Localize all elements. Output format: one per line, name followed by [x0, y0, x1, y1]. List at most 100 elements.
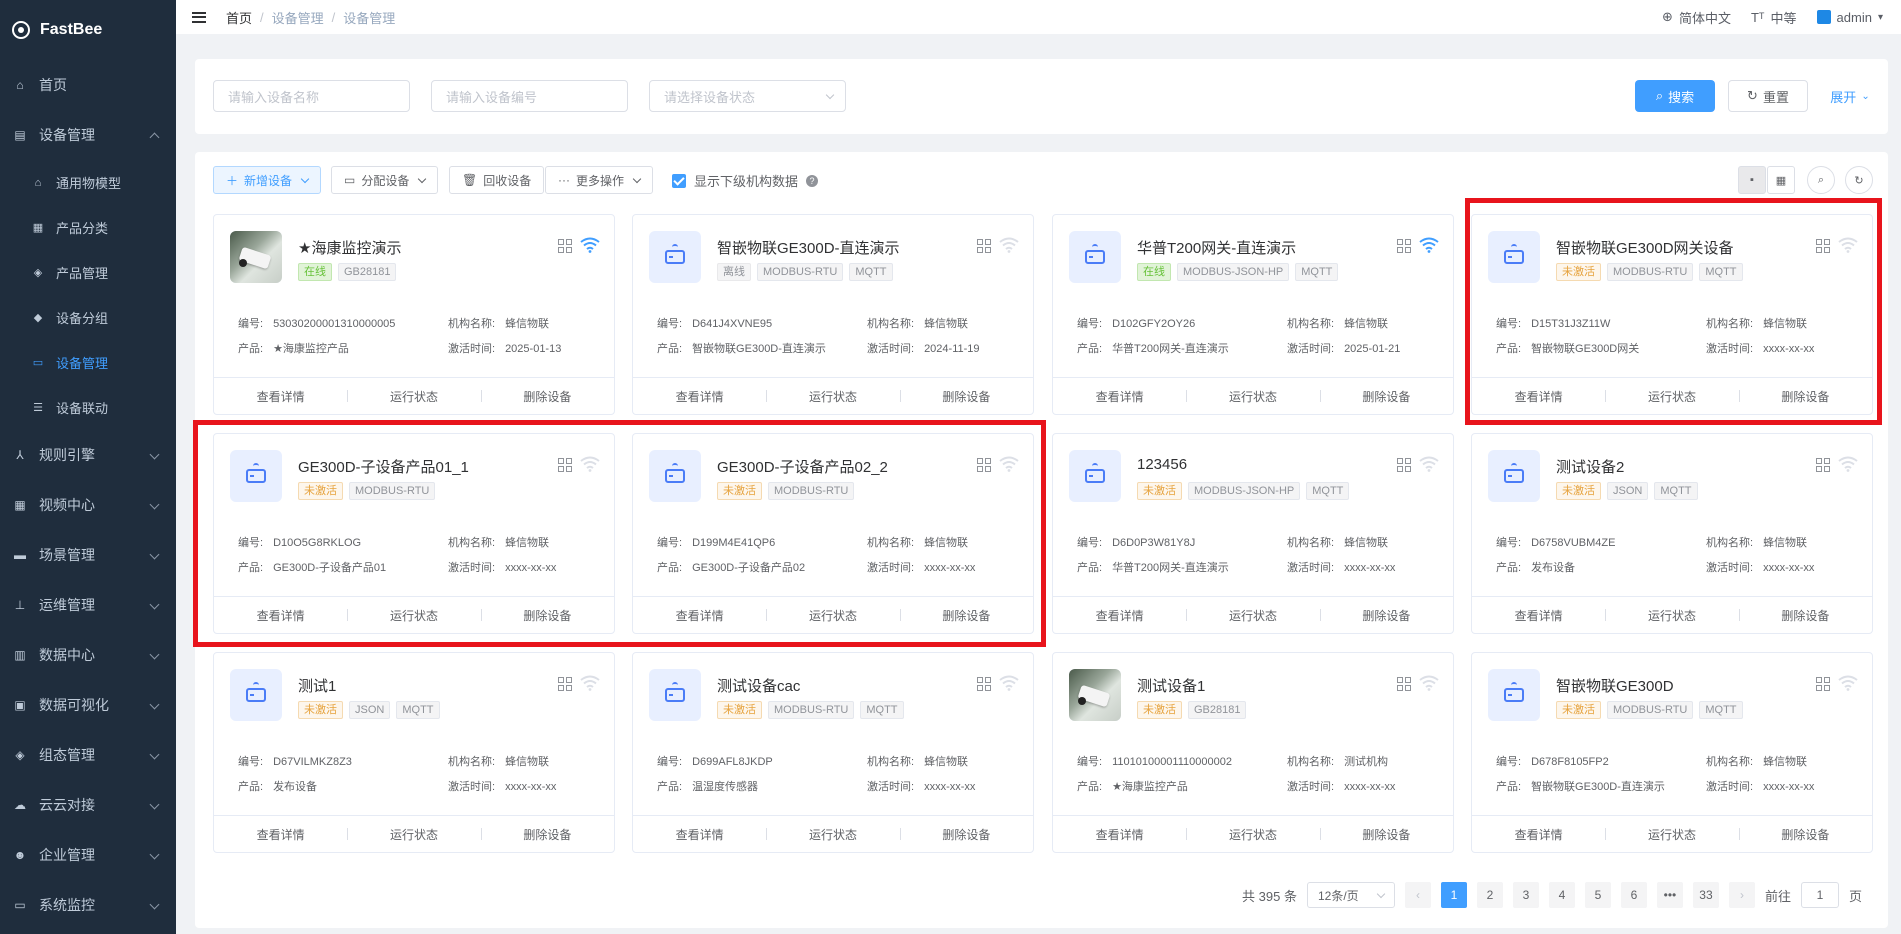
run-status-button[interactable]: 运行状态: [1186, 826, 1319, 843]
goto-page-input[interactable]: 1: [1800, 882, 1839, 908]
qrcode-icon[interactable]: [977, 458, 991, 472]
view-detail-button[interactable]: 查看详情: [633, 826, 766, 843]
device-card[interactable]: 华普T200网关-直连演示 在线 MODBUS-JSON-HP MQTT 编号: D102…: [1052, 214, 1454, 415]
run-status-button[interactable]: 运行状态: [1605, 388, 1738, 405]
more-actions-button[interactable]: ··· 更多操作: [545, 166, 654, 194]
sidebar-item-scene[interactable]: ▬ 场景管理: [0, 530, 176, 580]
device-name[interactable]: 测试设备cac: [717, 675, 800, 696]
sidebar-item-rule-engine[interactable]: ⅄ 规则引擎: [0, 430, 176, 480]
view-detail-button[interactable]: 查看详情: [1472, 826, 1605, 843]
view-detail-button[interactable]: 查看详情: [1472, 607, 1605, 624]
delete-device-button[interactable]: 删除设备: [1319, 826, 1453, 843]
run-status-button[interactable]: 运行状态: [766, 826, 899, 843]
device-name[interactable]: 测试设备1: [1137, 675, 1205, 696]
page-number-button[interactable]: 5: [1584, 882, 1611, 908]
sidebar-item-monitor[interactable]: ▭ 系统监控: [0, 880, 176, 930]
delete-device-button[interactable]: 删除设备: [480, 826, 614, 843]
more-pages-button[interactable]: •••: [1656, 882, 1683, 908]
device-name[interactable]: 测试1: [298, 675, 336, 696]
list-view-toggle[interactable]: ▦: [1767, 166, 1795, 194]
run-status-button[interactable]: 运行状态: [347, 607, 480, 624]
card-view-toggle[interactable]: ▪: [1738, 166, 1766, 194]
qrcode-icon[interactable]: [977, 677, 991, 691]
device-name[interactable]: 智嵌物联GE300D网关设备: [1556, 237, 1734, 258]
checkbox-checked-icon[interactable]: [672, 173, 686, 188]
refresh-button[interactable]: ↻: [1845, 166, 1873, 194]
sidebar-item-device-group[interactable]: ◆ 设备分组: [0, 295, 176, 340]
show-sub-org-checkbox[interactable]: 显示下级机构数据 ?: [672, 171, 819, 190]
breadcrumb-home[interactable]: 首页: [226, 8, 252, 27]
device-card[interactable]: 测试设备cac 未激活 MODBUS-RTU MQTT 编号: D699AFL8JKDP 机…: [632, 652, 1034, 853]
sidebar-item-device-linkage[interactable]: ☰ 设备联动: [0, 385, 176, 430]
delete-device-button[interactable]: 删除设备: [1738, 388, 1872, 405]
delete-device-button[interactable]: 删除设备: [899, 826, 1033, 843]
view-detail-button[interactable]: 查看详情: [214, 388, 347, 405]
delete-device-button[interactable]: 删除设备: [1738, 826, 1872, 843]
delete-device-button[interactable]: 删除设备: [1738, 607, 1872, 624]
device-name[interactable]: 华普T200网关-直连演示: [1137, 237, 1296, 258]
device-card[interactable]: ★海康监控演示 在线 GB28181 编号: 53030200001310000005 机…: [213, 214, 615, 415]
recycle-device-button[interactable]: 🗑 回收设备: [449, 166, 545, 194]
size-switch[interactable]: Tᵀ 中等: [1751, 8, 1797, 27]
device-card[interactable]: GE300D-子设备产品02_2 未激活 MODBUS-RTU 编号: D199M4E4…: [632, 433, 1034, 634]
run-status-button[interactable]: 运行状态: [347, 826, 480, 843]
assign-device-button[interactable]: ▭ 分配设备: [331, 166, 439, 194]
device-card[interactable]: 123456 未激活 MODBUS-JSON-HP MQTT 编号: D6D0P3W81Y…: [1052, 433, 1454, 634]
device-name[interactable]: ★海康监控演示: [298, 237, 401, 258]
sidebar-item-device-list[interactable]: ▭ 设备管理: [0, 340, 176, 385]
next-page-button[interactable]: ›: [1728, 882, 1755, 908]
hamburger-icon[interactable]: [192, 11, 206, 23]
language-switch[interactable]: ⊕ 简体中文: [1662, 8, 1731, 27]
run-status-button[interactable]: 运行状态: [766, 607, 899, 624]
page-number-button[interactable]: 4: [1548, 882, 1575, 908]
device-name[interactable]: GE300D-子设备产品02_2: [717, 456, 888, 477]
run-status-button[interactable]: 运行状态: [1186, 607, 1319, 624]
logo[interactable]: FastBee: [0, 0, 176, 60]
qrcode-icon[interactable]: [1397, 458, 1411, 472]
toggle-search-button[interactable]: ⌕: [1807, 166, 1835, 194]
view-detail-button[interactable]: 查看详情: [1472, 388, 1605, 405]
run-status-button[interactable]: 运行状态: [1605, 826, 1738, 843]
qrcode-icon[interactable]: [558, 239, 572, 253]
qrcode-icon[interactable]: [1816, 677, 1830, 691]
delete-device-button[interactable]: 删除设备: [1319, 388, 1453, 405]
qrcode-icon[interactable]: [1397, 239, 1411, 253]
page-number-button[interactable]: 33: [1692, 882, 1719, 908]
page-number-button[interactable]: 6: [1620, 882, 1647, 908]
device-name[interactable]: 智嵌物联GE300D-直连演示: [717, 237, 900, 258]
device-card[interactable]: 测试设备2 未激活 JSON MQTT 编号: D6758VUBM4ZE 机构名称: 蜂信物联…: [1471, 433, 1873, 634]
reset-button[interactable]: ↻ 重置: [1728, 80, 1808, 112]
device-card[interactable]: 测试1 未激活 JSON MQTT 编号: D67VILMKZ8Z3 机构名称: 蜂信物联 产品…: [213, 652, 615, 853]
breadcrumb-device-management[interactable]: 设备管理: [272, 8, 324, 27]
device-name[interactable]: 123456: [1137, 456, 1187, 473]
sidebar-item-thing-model[interactable]: ⌂ 通用物模型: [0, 160, 176, 205]
sidebar-item-video-center[interactable]: ▦ 视频中心: [0, 480, 176, 530]
device-status-select[interactable]: 请选择设备状态: [649, 80, 846, 112]
page-size-select[interactable]: 12条/页: [1306, 882, 1395, 908]
sidebar-item-configuration[interactable]: ◈ 组态管理: [0, 730, 176, 780]
device-card[interactable]: GE300D-子设备产品01_1 未激活 MODBUS-RTU 编号: D10O5G8R…: [213, 433, 615, 634]
view-detail-button[interactable]: 查看详情: [633, 388, 766, 405]
view-detail-button[interactable]: 查看详情: [214, 826, 347, 843]
run-status-button[interactable]: 运行状态: [347, 388, 480, 405]
qrcode-icon[interactable]: [558, 458, 572, 472]
sidebar-item-cloud[interactable]: ☁ 云云对接: [0, 780, 176, 830]
sidebar-item-ops[interactable]: ⊥ 运维管理: [0, 580, 176, 630]
page-number-button[interactable]: 2: [1476, 882, 1503, 908]
view-detail-button[interactable]: 查看详情: [214, 607, 347, 624]
search-button[interactable]: ⌕ 搜索: [1635, 80, 1715, 112]
sidebar-item-data-center[interactable]: ▥ 数据中心: [0, 630, 176, 680]
sidebar-item-device-management[interactable]: ▤ 设备管理: [0, 110, 176, 160]
device-card[interactable]: 智嵌物联GE300D网关设备 未激活 MODBUS-RTU MQTT 编号: D15T31…: [1471, 214, 1873, 415]
view-detail-button[interactable]: 查看详情: [633, 607, 766, 624]
help-icon[interactable]: ?: [806, 174, 819, 187]
device-card[interactable]: 测试设备1 未激活 GB28181 编号: 11010100001110000002 机构…: [1052, 652, 1454, 853]
page-number-button[interactable]: 1: [1440, 882, 1467, 908]
device-serial-input[interactable]: 请输入设备编号: [431, 80, 628, 112]
add-device-button[interactable]: ＋ 新增设备: [213, 166, 322, 194]
delete-device-button[interactable]: 删除设备: [899, 607, 1033, 624]
qrcode-icon[interactable]: [977, 239, 991, 253]
sidebar-item-product-category[interactable]: ▦ 产品分类: [0, 205, 176, 250]
delete-device-button[interactable]: 删除设备: [1319, 607, 1453, 624]
sidebar-item-product-management[interactable]: ◈ 产品管理: [0, 250, 176, 295]
